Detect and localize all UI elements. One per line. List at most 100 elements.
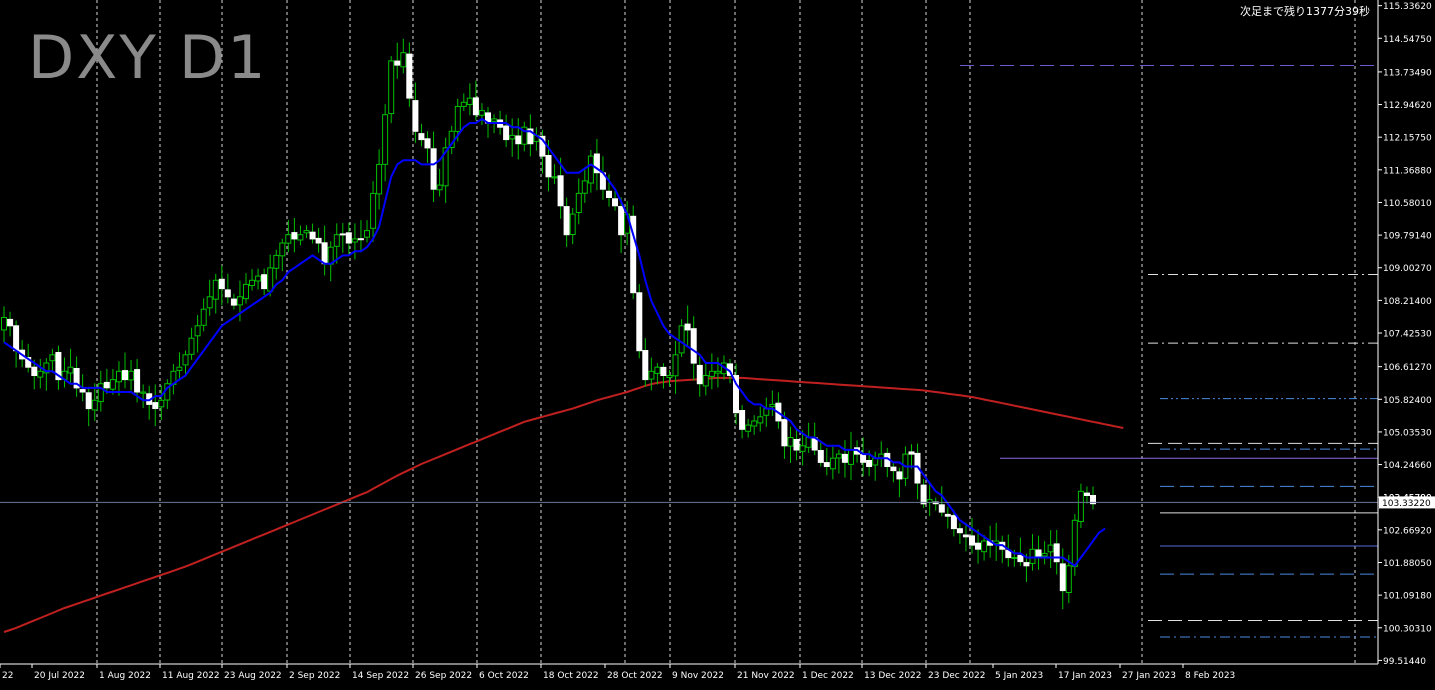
candle-down (515, 135, 522, 145)
price-tick-label: 110.58010 (1383, 199, 1432, 209)
candle-down (860, 454, 867, 463)
candle-down (152, 402, 159, 410)
time-tick-label: 27 Jan 2023 (1122, 671, 1176, 681)
time-tick-label: 17 Jan 2023 (1058, 671, 1112, 681)
candle-up (182, 354, 189, 366)
price-tick-label: 101.09180 (1383, 592, 1432, 602)
price-tick-label: 109.00270 (1383, 264, 1432, 274)
candle-up (140, 391, 147, 394)
candle-up (466, 97, 473, 105)
candle-up (1047, 544, 1054, 553)
candle-up (333, 234, 340, 247)
chart-container[interactable]: 115.33620 114.54750 113.73490 112.94620 112.… (0, 0, 1435, 686)
candle-up (297, 234, 304, 241)
candle-up (351, 238, 358, 243)
candle-down (944, 513, 951, 517)
candle-up (835, 453, 842, 459)
candle-up (188, 337, 195, 355)
candle-up (478, 110, 485, 116)
candle-down (890, 466, 897, 472)
candle-up (400, 52, 407, 68)
candle-down (696, 364, 703, 385)
candle-down (7, 318, 14, 327)
time-tick-label: 6 Oct 2022 (479, 671, 529, 681)
price-tick-label: 111.36880 (1383, 166, 1432, 176)
candle-down (956, 528, 963, 534)
candle-down (817, 450, 824, 463)
candle-down (612, 198, 618, 207)
time-tick-label: 2 Sep 2022 (289, 671, 340, 681)
candle-down (563, 206, 570, 236)
candle-down (406, 53, 413, 99)
candlestick-chart[interactable]: 115.33620 114.54750 113.73490 112.94620 112.… (0, 0, 1435, 686)
candle-down (920, 484, 927, 505)
time-tick-label: 20 Jul 2022 (34, 671, 85, 681)
candle-down (1084, 492, 1090, 497)
candle-down (103, 381, 110, 389)
candle-up (91, 399, 98, 411)
candle-down (291, 232, 298, 240)
candle-up (267, 267, 274, 292)
candle-down (134, 369, 141, 393)
candle-down (503, 125, 510, 141)
candle-up (1, 317, 7, 331)
candle-up (200, 308, 207, 326)
candle-up (249, 279, 255, 286)
candle-up (769, 403, 776, 408)
candle-down (908, 451, 915, 455)
candle-up (37, 370, 44, 378)
price-tick-label: 101.88050 (1383, 559, 1432, 569)
candle-up (279, 242, 286, 257)
candle-up (1011, 557, 1018, 559)
candle-up (551, 176, 558, 179)
candle-down (823, 462, 830, 468)
candle-down (1023, 562, 1030, 567)
candle-up (787, 437, 794, 447)
candle-down (315, 237, 322, 244)
candle-up (745, 424, 752, 432)
price-tick-label: 113.73490 (1383, 68, 1432, 78)
price-tags: 103.45790103.33220 (1379, 494, 1435, 509)
candle-up (1071, 519, 1078, 567)
candle-down (472, 97, 479, 116)
time-tick-label: 22 (2, 671, 13, 681)
candle-up (382, 114, 389, 165)
time-tick-label: 26 Sep 2022 (415, 671, 472, 681)
candle-up (49, 354, 56, 362)
candle-up (460, 101, 467, 107)
candle-down (31, 366, 38, 377)
price-tick-label: 107.42530 (1383, 330, 1432, 340)
time-tick-label: 21 Nov 2022 (737, 671, 795, 681)
candle-up (212, 279, 219, 300)
price-tick-label: 104.24660 (1383, 461, 1432, 471)
candle-down (1059, 563, 1066, 592)
candle-up (67, 366, 74, 374)
candle-down (975, 542, 981, 550)
bar-timer-label: 次足まで残り1377分39秒 (1240, 4, 1370, 18)
time-tick-label: 8 Feb 2023 (1185, 671, 1235, 681)
candle-up (255, 275, 262, 282)
time-tick-label: 1 Aug 2022 (99, 671, 151, 681)
candle-up (388, 60, 395, 115)
candle-down (618, 206, 625, 236)
candle-up (116, 370, 122, 383)
price-axis: 115.33620 114.54750 113.73490 112.94620 112.… (1378, 2, 1432, 667)
candle-down (606, 190, 612, 199)
candle-up (243, 283, 249, 300)
chart-background (0, 0, 1435, 686)
time-tick-label: 23 Dec 2022 (928, 671, 986, 681)
candle-down (642, 350, 649, 381)
candle-up (285, 234, 292, 244)
time-tick-label: 11 Aug 2022 (162, 671, 220, 681)
candle-down (636, 292, 643, 352)
candle-up (587, 155, 594, 184)
price-tick-label: 115.33620 (1383, 2, 1432, 12)
candle-up (376, 163, 383, 195)
candle-up (206, 296, 213, 309)
time-tick-label: 28 Oct 2022 (607, 671, 663, 681)
candle-up (872, 457, 879, 466)
current-price-label: 103.33220 (1382, 499, 1431, 509)
price-tick-label: 99.51440 (1383, 657, 1426, 667)
time-tick-label: 14 Sep 2022 (352, 671, 409, 681)
candle-down (321, 242, 328, 265)
